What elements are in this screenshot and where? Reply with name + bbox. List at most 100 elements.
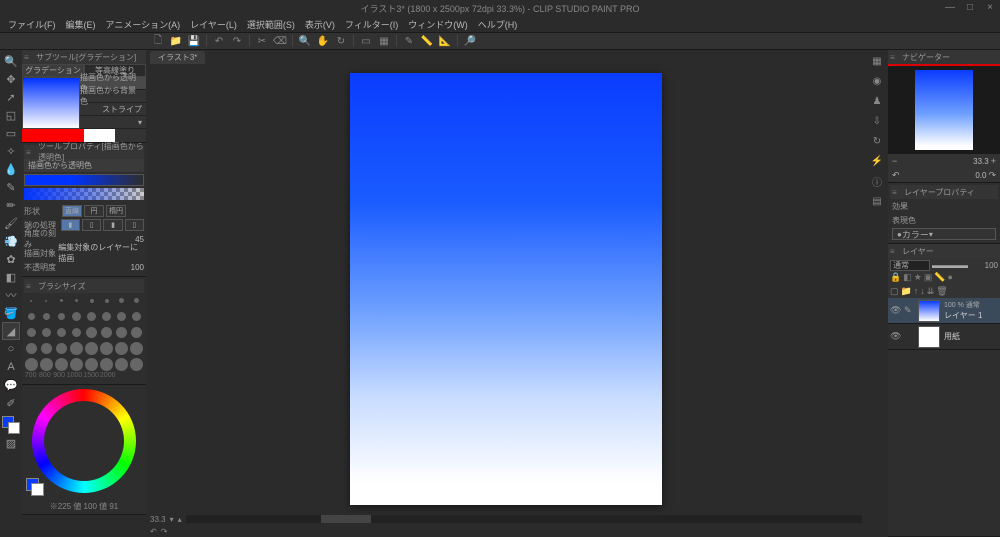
zoom-value[interactable]: 33.3 bbox=[150, 515, 166, 524]
target-value[interactable]: 編集対象のレイヤーに描画 bbox=[58, 242, 144, 264]
new-layer-icon[interactable]: ▢ bbox=[890, 286, 899, 297]
ruler-icon[interactable]: 📏 bbox=[419, 34, 435, 48]
brush-dot[interactable] bbox=[115, 357, 129, 372]
airbrush-tool-icon[interactable]: 💨 bbox=[2, 232, 20, 250]
subtool-item[interactable]: 描画色から背景色 bbox=[80, 90, 146, 103]
pen-tool-icon[interactable]: ✎ bbox=[2, 178, 20, 196]
menu-layer[interactable]: レイヤー(L) bbox=[186, 17, 241, 32]
visibility-icon[interactable]: 👁 bbox=[890, 305, 900, 316]
layer-move-tool-icon[interactable]: ◱ bbox=[2, 106, 20, 124]
redo-icon[interactable]: ↷ bbox=[229, 34, 245, 48]
save-icon[interactable]: 💾 bbox=[186, 34, 202, 48]
brush-dot[interactable] bbox=[130, 309, 144, 324]
deco-tool-icon[interactable]: ✿ bbox=[2, 250, 20, 268]
menu-filter[interactable]: フィルター(I) bbox=[341, 17, 402, 32]
link-icon[interactable]: ✎ bbox=[904, 305, 914, 316]
zoom-out-icon[interactable]: ▾ bbox=[170, 515, 174, 524]
move-tool-icon[interactable]: ✥ bbox=[2, 70, 20, 88]
nav-zoom-value[interactable]: 33.3 bbox=[973, 157, 989, 166]
menu-edit[interactable]: 編集(E) bbox=[62, 17, 100, 32]
3d-icon[interactable]: ◉ bbox=[868, 72, 886, 90]
figure-tool-icon[interactable]: ○ bbox=[2, 340, 20, 358]
download-icon[interactable]: ⇩ bbox=[868, 112, 886, 130]
brush-dot[interactable] bbox=[54, 293, 68, 308]
zoom-in-icon[interactable]: ▴ bbox=[178, 515, 182, 524]
hand-icon[interactable]: ✋ bbox=[315, 34, 331, 48]
pencil-tool-icon[interactable]: ✏ bbox=[2, 196, 20, 214]
layer-row[interactable]: 👁 用紙 bbox=[888, 324, 1000, 350]
edge-opt-1[interactable]: ▮ bbox=[61, 219, 80, 231]
brush-dot[interactable] bbox=[100, 309, 114, 324]
brush-dot[interactable] bbox=[69, 341, 83, 356]
brush-dot[interactable] bbox=[39, 357, 53, 372]
zoom-tool-icon[interactable]: 🔍 bbox=[2, 52, 20, 70]
eraser-tool-icon[interactable]: ◧ bbox=[2, 268, 20, 286]
edge-opt-3[interactable]: ▮ bbox=[103, 219, 122, 231]
brush-dot[interactable] bbox=[85, 341, 99, 356]
subtool-tab-gradient[interactable]: グラデーション bbox=[22, 64, 84, 77]
brush-dot[interactable] bbox=[85, 357, 99, 372]
select-icon[interactable]: ▭ bbox=[358, 34, 374, 48]
subtool-item[interactable]: ▾ bbox=[80, 116, 146, 129]
tool-property-header[interactable]: ツールプロパティ[描画色から透明色] bbox=[24, 145, 144, 159]
brush-dot[interactable] bbox=[115, 325, 129, 340]
text-tool-icon[interactable]: A bbox=[2, 358, 20, 376]
menu-animation[interactable]: アニメーション(A) bbox=[102, 17, 185, 32]
brush-dot[interactable] bbox=[69, 293, 83, 308]
transparent-color-icon[interactable]: ▨ bbox=[2, 434, 20, 452]
zoom-icon[interactable]: 🔍 bbox=[297, 34, 313, 48]
brush-dot[interactable] bbox=[115, 293, 129, 308]
nav-zoom-out-icon[interactable]: − bbox=[892, 156, 897, 166]
layer-ref-icon[interactable]: ★ bbox=[914, 272, 922, 284]
edge-opt-2[interactable]: ▯ bbox=[82, 219, 101, 231]
cut-icon[interactable]: ✂ bbox=[254, 34, 270, 48]
brush-dot[interactable] bbox=[24, 341, 38, 356]
merge-icon[interactable]: ⇊ bbox=[927, 286, 935, 297]
maximize-icon[interactable]: □ bbox=[962, 0, 978, 14]
layers-header[interactable]: レイヤー bbox=[888, 244, 1000, 258]
brush-dot[interactable] bbox=[24, 357, 38, 372]
document-tab[interactable]: イラスト3* bbox=[150, 51, 205, 64]
menu-file[interactable]: ファイル(F) bbox=[4, 17, 60, 32]
brush-dot[interactable] bbox=[100, 341, 114, 356]
brush-dot[interactable] bbox=[54, 309, 68, 324]
correct-tool-icon[interactable]: ✐ bbox=[2, 394, 20, 412]
shape-ellipse-button[interactable]: 楕円 bbox=[106, 205, 126, 217]
menu-selection[interactable]: 選択範囲(S) bbox=[243, 17, 299, 32]
eyedropper-tool-icon[interactable]: 💧 bbox=[2, 160, 20, 178]
layer-row[interactable]: 👁 ✎ 100 % 通常 レイヤー 1 bbox=[888, 298, 1000, 324]
brush-dot[interactable] bbox=[24, 309, 38, 324]
grid-icon[interactable]: ▦ bbox=[376, 34, 392, 48]
subtool-header[interactable]: サブツール[グラデーション] bbox=[22, 50, 146, 64]
layer-opacity-value[interactable]: 100 bbox=[985, 261, 998, 270]
layer-name[interactable]: レイヤー 1 bbox=[944, 310, 998, 321]
brush-dot[interactable] bbox=[85, 309, 99, 324]
operation-tool-icon[interactable]: ➚ bbox=[2, 88, 20, 106]
gradient-preview[interactable] bbox=[24, 174, 144, 186]
brush-dot[interactable] bbox=[24, 293, 38, 308]
history-icon[interactable]: ↻ bbox=[868, 132, 886, 150]
brush-dot[interactable] bbox=[54, 341, 68, 356]
delete-icon[interactable]: ⌫ bbox=[272, 34, 288, 48]
fill-tool-icon[interactable]: 🪣 bbox=[2, 304, 20, 322]
minimize-icon[interactable]: — bbox=[942, 0, 958, 14]
brush-dot[interactable] bbox=[69, 357, 83, 372]
layer-color-icon[interactable]: ● bbox=[948, 272, 953, 284]
brush-dot[interactable] bbox=[130, 293, 144, 308]
brush-dot[interactable] bbox=[100, 325, 114, 340]
rotate-icon[interactable]: ↻ bbox=[333, 34, 349, 48]
brush-dot[interactable] bbox=[54, 357, 68, 372]
opacity-value[interactable]: 100 bbox=[131, 263, 144, 272]
shape-linear-button[interactable]: 直線 bbox=[62, 205, 82, 217]
opacity-slider[interactable]: ▬▬▬▬ bbox=[932, 260, 968, 270]
navigator-header[interactable]: ナビゲーター bbox=[888, 50, 1000, 64]
brush-dot[interactable] bbox=[39, 325, 53, 340]
layer-up-icon[interactable]: ↑ bbox=[914, 286, 919, 296]
auto-icon[interactable]: ⚡ bbox=[868, 152, 886, 170]
bg-swatch[interactable] bbox=[31, 483, 44, 496]
brush-dot[interactable] bbox=[69, 325, 83, 340]
material-icon[interactable]: ▦ bbox=[868, 52, 886, 70]
info-icon[interactable]: ⓘ bbox=[868, 172, 886, 190]
layer-clip-icon[interactable]: ◧ bbox=[903, 272, 912, 284]
wand-tool-icon[interactable]: ✧ bbox=[2, 142, 20, 160]
